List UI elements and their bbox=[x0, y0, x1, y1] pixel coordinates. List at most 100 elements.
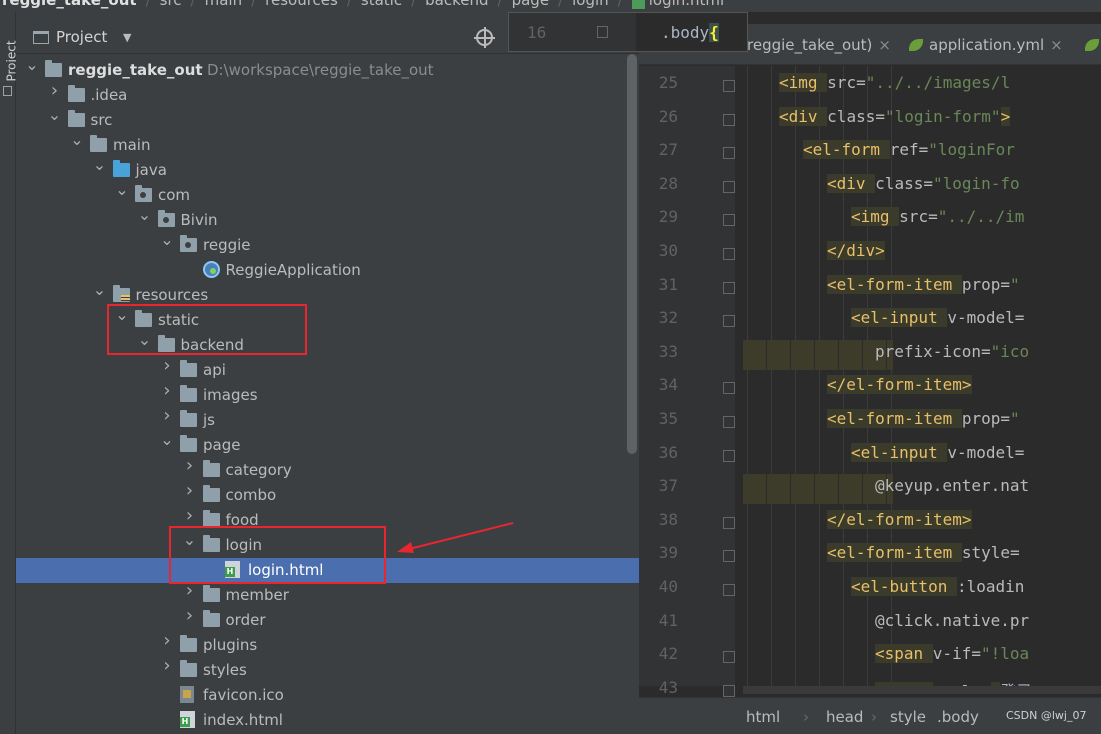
fold-marker-icon[interactable] bbox=[723, 584, 735, 596]
tree-node[interactable]: › images bbox=[16, 382, 639, 408]
chevron-right-icon[interactable]: › bbox=[160, 657, 174, 675]
project-view-selector[interactable]: Project bbox=[56, 28, 107, 46]
code-line[interactable]: <el-form-item prop=" bbox=[827, 409, 1020, 428]
tree-node[interactable]: ⌄ reggie bbox=[16, 232, 639, 258]
close-icon[interactable]: × bbox=[878, 36, 891, 54]
code-text-area[interactable]: <img src="../../images/l <div class="logi… bbox=[743, 66, 1101, 686]
editor-tab[interactable]: application.yml × bbox=[909, 36, 1063, 54]
code-line[interactable]: @keyup.enter.nat bbox=[875, 476, 1029, 495]
tree-node[interactable]: › plugins bbox=[16, 632, 639, 658]
tree-node[interactable]: ⌄ Bivin bbox=[16, 207, 639, 233]
chevron-down-icon[interactable]: ⌄ bbox=[115, 182, 129, 198]
code-line[interactable]: <el-form-item style= bbox=[827, 543, 1020, 563]
chevron-right-icon[interactable]: › bbox=[183, 457, 197, 475]
tree-node[interactable]: ⌄ com bbox=[16, 182, 639, 208]
structure-icon[interactable] bbox=[3, 86, 12, 96]
tree-node[interactable]: › order bbox=[16, 607, 639, 633]
breadcrumb-item[interactable]: backend bbox=[425, 0, 488, 9]
chevron-right-icon[interactable]: › bbox=[160, 357, 174, 375]
fold-marker-icon[interactable] bbox=[723, 382, 735, 395]
breadcrumb-item[interactable]: static bbox=[361, 0, 402, 9]
tree-node[interactable]: › api bbox=[16, 357, 639, 383]
tree-node[interactable]: ReggieApplication bbox=[16, 258, 639, 283]
tree-node[interactable]: ⌄ src bbox=[16, 107, 639, 133]
chevron-right-icon[interactable]: › bbox=[160, 407, 174, 425]
editor-tab-overflow[interactable] bbox=[1085, 36, 1099, 54]
code-line[interactable]: <div class="login-fo bbox=[827, 173, 1020, 193]
chevron-right-icon[interactable]: › bbox=[160, 632, 174, 650]
code-line[interactable]: <span v-if="!loa bbox=[875, 644, 1029, 664]
code-line[interactable]: prefix-icon="ico bbox=[875, 342, 1029, 361]
chevron-right-icon[interactable]: › bbox=[183, 582, 197, 600]
tree-node[interactable]: favicon.ico bbox=[16, 683, 639, 708]
code-line[interactable]: <div class="login-form"> bbox=[779, 106, 1011, 126]
structure-crumb[interactable]: head bbox=[826, 708, 863, 726]
chevron-down-icon[interactable]: ⌄ bbox=[138, 207, 152, 223]
chevron-down-icon[interactable]: ⌄ bbox=[93, 282, 107, 298]
breadcrumb-item[interactable]: login bbox=[572, 0, 609, 9]
chevron-down-icon[interactable]: ⌄ bbox=[160, 432, 174, 448]
chevron-down-icon[interactable]: ▼ bbox=[123, 31, 131, 44]
tree-node[interactable]: › js bbox=[16, 407, 639, 433]
code-line[interactable]: </el-form-item> bbox=[827, 375, 972, 395]
chevron-right-icon[interactable]: › bbox=[183, 482, 197, 500]
fold-marker-icon[interactable] bbox=[723, 416, 735, 428]
fold-marker-icon[interactable] bbox=[723, 281, 735, 294]
tree-node[interactable]: › member bbox=[16, 582, 639, 608]
fold-marker-icon[interactable] bbox=[723, 651, 735, 664]
tree-node[interactable]: index.html bbox=[16, 708, 639, 733]
fold-marker-icon[interactable] bbox=[723, 684, 735, 697]
code-line[interactable]: <el-form ref="loginFor bbox=[803, 140, 1015, 160]
fold-marker-icon[interactable] bbox=[723, 315, 735, 328]
locate-file-icon[interactable] bbox=[474, 27, 495, 48]
tree-node[interactable]: › styles bbox=[16, 657, 639, 683]
code-line[interactable]: @click.native.pr bbox=[875, 611, 1029, 630]
breadcrumb-item[interactable]: reggie_take_out bbox=[2, 0, 137, 9]
chevron-down-icon[interactable]: ⌄ bbox=[70, 132, 84, 148]
chevron-right-icon[interactable]: › bbox=[183, 507, 197, 525]
breadcrumb-item[interactable]: resources bbox=[265, 0, 338, 9]
code-line[interactable]: <span v-else>登录 bbox=[875, 678, 1032, 686]
code-line[interactable]: <img src="../../images/l bbox=[779, 73, 1010, 92]
fold-marker-icon[interactable] bbox=[723, 180, 735, 193]
chevron-down-icon[interactable]: ⌄ bbox=[93, 157, 107, 173]
chevron-down-icon[interactable]: ⌄ bbox=[48, 107, 62, 123]
fold-marker-icon[interactable] bbox=[597, 26, 608, 38]
code-line[interactable]: <el-input v-model= bbox=[851, 442, 1024, 462]
fold-marker-icon[interactable] bbox=[723, 449, 735, 462]
editor-tab[interactable]: reggie_take_out) × bbox=[747, 36, 891, 54]
tree-node[interactable]: › .idea bbox=[16, 82, 639, 108]
tree-node[interactable]: ⌄ java bbox=[16, 157, 639, 183]
fold-marker-icon[interactable] bbox=[723, 516, 735, 529]
chevron-right-icon[interactable]: › bbox=[48, 82, 62, 100]
tree-node[interactable]: ⌄ page bbox=[16, 432, 639, 458]
breadcrumb-item[interactable]: main bbox=[205, 0, 242, 9]
structure-crumb[interactable]: .body bbox=[937, 708, 979, 726]
breadcrumb-item[interactable]: login.html bbox=[649, 0, 724, 9]
code-line[interactable]: </el-form-item> bbox=[827, 509, 972, 529]
fold-marker-icon[interactable] bbox=[723, 113, 735, 126]
chevron-right-icon[interactable]: › bbox=[160, 382, 174, 400]
breadcrumb-item[interactable]: page bbox=[512, 0, 549, 9]
chevron-down-icon[interactable]: ⌄ bbox=[160, 232, 174, 248]
code-line[interactable]: <el-form-item prop=" bbox=[827, 274, 1020, 294]
code-line[interactable]: <img src="../../im bbox=[851, 207, 1024, 227]
project-tool-tab[interactable]: Project bbox=[0, 28, 19, 88]
breadcrumb-item[interactable]: src bbox=[160, 0, 182, 9]
close-icon[interactable]: × bbox=[1050, 36, 1063, 54]
tree-node[interactable]: › category bbox=[16, 457, 639, 483]
chevron-down-icon[interactable]: ⌄ bbox=[25, 57, 39, 73]
chevron-right-icon[interactable]: › bbox=[183, 607, 197, 625]
fold-marker-icon[interactable] bbox=[723, 550, 735, 563]
structure-crumb[interactable]: html bbox=[746, 708, 780, 726]
code-line[interactable]: <el-button :loadin bbox=[851, 577, 1024, 596]
fold-marker-icon[interactable] bbox=[723, 147, 735, 160]
tree-node[interactable]: ⌄ reggie_take_out D:\workspace\reggie_take… bbox=[16, 57, 639, 83]
horizontal-scrollbar[interactable] bbox=[743, 686, 1101, 694]
code-line[interactable]: <el-input v-model= bbox=[851, 308, 1024, 328]
fold-marker-icon[interactable] bbox=[723, 214, 735, 227]
tree-node[interactable]: ⌄ main bbox=[16, 132, 639, 158]
tree-node[interactable]: › combo bbox=[16, 482, 639, 508]
fold-marker-icon[interactable] bbox=[723, 248, 735, 260]
code-line[interactable]: </div> bbox=[827, 241, 885, 260]
